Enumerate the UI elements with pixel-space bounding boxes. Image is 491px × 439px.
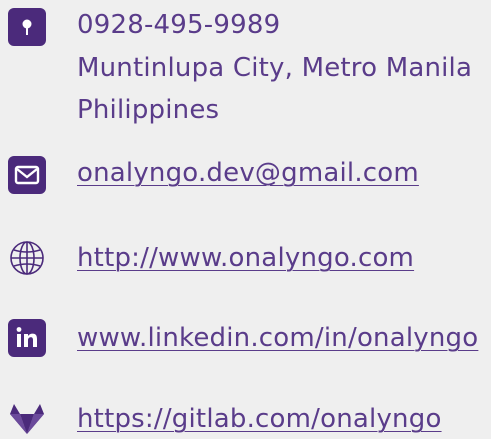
gitlab-link[interactable]: https://gitlab.com/onalyngo (77, 398, 442, 439)
address-country: Philippines (77, 95, 220, 125)
globe-icon (8, 239, 46, 277)
address-row: 0928-495-9989 Muntinlupa City, Metro Man… (0, 0, 491, 130)
linkedin-link[interactable]: www.linkedin.com/in/onalyngo (77, 317, 478, 359)
phone-number: 0928-495-9989 (77, 10, 281, 40)
email-row: onalyngo.dev@gmail.com (0, 150, 491, 200)
envelope-icon (8, 156, 46, 194)
linkedin-row: www.linkedin.com/in/onalyngo (0, 315, 491, 365)
map-pin-icon (8, 8, 46, 46)
email-link[interactable]: onalyngo.dev@gmail.com (77, 152, 419, 194)
gitlab-row: https://gitlab.com/onalyngo (0, 398, 491, 439)
website-link[interactable]: http://www.onalyngo.com (77, 237, 414, 279)
gitlab-icon (8, 400, 46, 438)
website-row: http://www.onalyngo.com (0, 235, 491, 285)
linkedin-icon (8, 319, 46, 357)
address-city: Muntinlupa City, Metro Manila (77, 53, 473, 83)
